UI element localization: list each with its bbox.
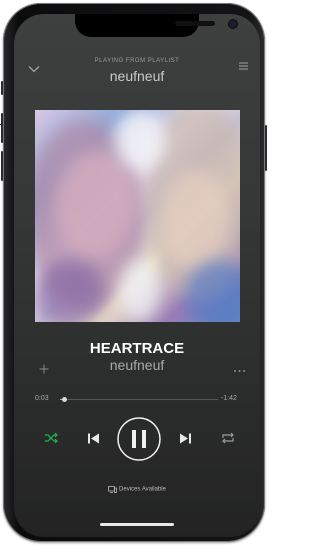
- power-button: [265, 125, 267, 171]
- volume-up-button: [1, 113, 3, 143]
- phone-frame: PLAYING FROM PLAYLIST neufneuf HEARTRACE…: [1, 3, 267, 542]
- now-playing-screen: PLAYING FROM PLAYLIST neufneuf HEARTRACE…: [14, 14, 260, 537]
- progress-knob[interactable]: [61, 397, 67, 402]
- repeat-icon[interactable]: [221, 432, 235, 444]
- shuffle-icon[interactable]: [44, 432, 58, 444]
- playlist-name[interactable]: neufneuf: [14, 68, 260, 84]
- pause-button[interactable]: [117, 417, 161, 461]
- progress-bar[interactable]: [60, 397, 218, 402]
- earpiece-speaker: [175, 21, 215, 26]
- devices-icon: [108, 486, 117, 493]
- queue-icon[interactable]: [238, 61, 249, 71]
- remaining-time: -1:42: [221, 395, 237, 402]
- next-icon[interactable]: [179, 432, 192, 445]
- volume-down-button: [1, 151, 3, 181]
- devices-available-button[interactable]: Devices Available: [14, 486, 260, 493]
- home-indicator[interactable]: [100, 523, 174, 526]
- devices-label: Devices Available: [119, 486, 166, 493]
- front-camera: [229, 20, 237, 28]
- notch: [75, 14, 237, 37]
- track-title[interactable]: HEARTRACE: [14, 340, 260, 357]
- elapsed-time: 0:03: [35, 395, 49, 402]
- pause-icon: [132, 430, 136, 448]
- track-artist[interactable]: neufneuf: [14, 357, 260, 373]
- playing-from-label: PLAYING FROM PLAYLIST: [94, 58, 180, 64]
- add-icon[interactable]: [39, 364, 49, 374]
- mute-switch: [1, 81, 3, 95]
- more-icon[interactable]: [233, 369, 246, 373]
- previous-icon[interactable]: [87, 432, 100, 445]
- album-art: [35, 110, 240, 322]
